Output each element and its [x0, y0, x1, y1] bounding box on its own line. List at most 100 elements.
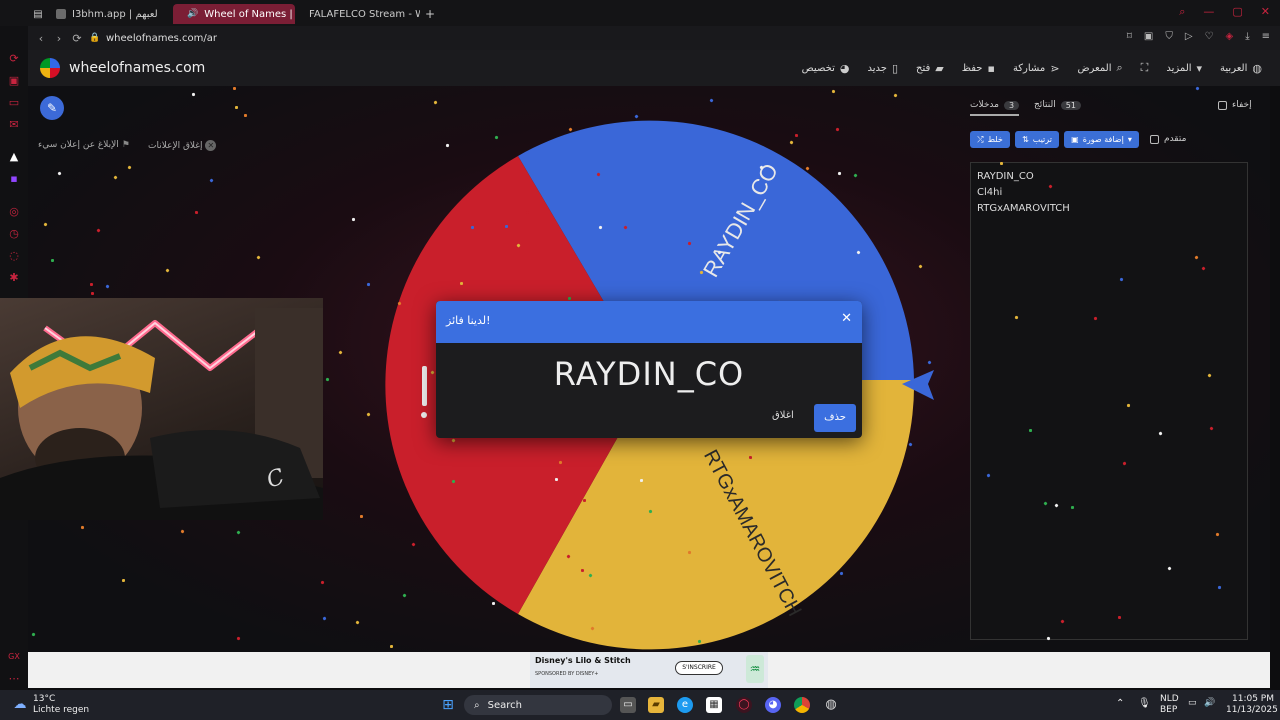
search-tabs-icon[interactable]: ⌕ [1179, 5, 1185, 19]
clock-date[interactable]: 11/13/2025 [1226, 705, 1278, 715]
sort-button[interactable]: ⇅ ترتيب [1015, 131, 1059, 148]
menu-share[interactable]: ⋖ مشاركة [1013, 62, 1060, 75]
menu-gallery[interactable]: ⌕ المعرض [1077, 61, 1122, 75]
file-icon: ▯ [891, 61, 898, 75]
heart-icon[interactable]: ♡ [1205, 31, 1214, 42]
discord-icon[interactable]: ◕ [765, 697, 781, 713]
site-name[interactable]: wheelofnames.com [69, 60, 205, 76]
remove-button[interactable]: حذف [814, 404, 856, 432]
edit-pencil-icon[interactable]: ✎ [40, 96, 64, 120]
tray-chevron-icon[interactable]: ⌃ [1116, 698, 1124, 709]
back-icon[interactable]: ‹ [32, 32, 50, 45]
forward-icon[interactable]: › [50, 32, 68, 45]
new-tab-button[interactable]: + [420, 4, 440, 24]
opera-gx-icon[interactable]: ◯ [736, 697, 752, 713]
sidebar-gx-icon[interactable]: GX [7, 650, 21, 664]
tab-results[interactable]: النتائج 51 [1034, 100, 1081, 110]
download-icon[interactable]: ⤓ [1245, 31, 1249, 42]
speaker-icon[interactable]: 🔊 [187, 9, 198, 19]
sidebar-refresh-icon[interactable]: ⟳ [7, 52, 21, 66]
tab-falafelco[interactable]: FALAFELCO Stream - Wa [295, 4, 420, 24]
search-icon: ⌕ [474, 699, 480, 711]
confetti-piece [580, 568, 585, 573]
close-window-icon[interactable]: ✕ [1261, 5, 1270, 19]
tab-wheelofnames[interactable]: 🔊 Wheel of Names | عجلة [173, 4, 295, 24]
sidebar-more-icon[interactable]: ⋯ [7, 672, 21, 686]
tab-menu-icon[interactable]: ▤ [28, 4, 48, 24]
language-code[interactable]: NLD [1160, 694, 1179, 704]
add-image-button[interactable]: ▣ إضافة صورة ▾ [1064, 131, 1139, 148]
chrome-icon[interactable] [794, 697, 810, 713]
menu-open[interactable]: ▰ فتح [916, 62, 944, 75]
keyboard-layout[interactable]: BEP [1160, 705, 1177, 715]
sidebar-tv-icon[interactable]: ▭ [7, 96, 21, 110]
confetti-piece [113, 175, 118, 180]
entries-textarea[interactable]: RAYDIN_CO Cl4hi RTGxAMAROVITCH [970, 162, 1248, 640]
taskbar-search[interactable]: ⌕ Search [464, 695, 612, 715]
clock-time[interactable]: 11:05 PM [1232, 694, 1274, 704]
flag-icon: ⚑ [121, 140, 130, 150]
obs-icon[interactable]: ◍ [823, 697, 839, 713]
windows-start-icon[interactable]: ⊞ [440, 697, 456, 713]
sidebar-mail-icon[interactable]: ✉ [7, 118, 21, 132]
maximize-icon[interactable]: ▢ [1232, 5, 1242, 19]
menu-customize[interactable]: ◕ تخصيص [802, 62, 850, 75]
confetti-piece [180, 529, 185, 534]
close-button[interactable]: اغلاق [772, 410, 794, 421]
wheel-pointer-icon [902, 370, 934, 400]
menu-more[interactable]: ▾ المزيد [1166, 62, 1202, 75]
network-icon[interactable]: ▭ [1188, 698, 1197, 708]
wallet-icon[interactable]: ◈ [1225, 31, 1233, 42]
confetti-piece [234, 105, 239, 110]
menu-new[interactable]: ▯ جديد [867, 62, 898, 75]
sidebar-target-icon[interactable]: ◎ [7, 205, 21, 219]
store-icon[interactable]: ▦ [706, 697, 722, 713]
task-view-icon[interactable]: ▭ [620, 697, 636, 713]
lock-icon: 🔒 [89, 33, 101, 43]
hide-toggle[interactable]: إخفاء [1218, 100, 1252, 110]
edge-icon[interactable]: e [677, 697, 693, 713]
tab-i3bhm[interactable]: I3bhm.app | لعبهم [48, 4, 173, 24]
wheel-exclaim-dot [421, 412, 427, 418]
reload-icon[interactable]: ⟳ [68, 32, 86, 45]
confetti-piece [927, 360, 932, 365]
sidebar-aria-icon[interactable]: ▲ [7, 150, 21, 164]
confetti-piece [90, 291, 95, 296]
ad-sponsor: SPONSORED BY DISNEY+ [535, 671, 599, 677]
close-ads-link[interactable]: إغلاق الإعلانات ✕ [148, 140, 217, 151]
shield-icon[interactable]: ⛉ [1165, 31, 1173, 42]
menu-fullscreen[interactable]: ⛶ [1141, 61, 1149, 75]
menu-icon[interactable]: ≡ [1262, 31, 1270, 42]
globe-icon: ◍ [1252, 61, 1262, 75]
confetti-piece [802, 292, 807, 297]
play-icon[interactable]: ▷ [1185, 31, 1193, 42]
report-ad-link[interactable]: الإبلاغ عن إعلان سيء ⚑ [38, 140, 130, 150]
bookmark-icon[interactable]: ⌑ [1127, 31, 1132, 42]
confetti-piece [794, 133, 799, 138]
hide-checkbox[interactable] [1218, 100, 1227, 110]
tab-entries[interactable]: مدخلات 3 [970, 100, 1020, 116]
minimize-icon[interactable]: — [1203, 5, 1214, 19]
url-field[interactable]: wheelofnames.com/ar [106, 33, 217, 44]
advanced-toggle[interactable]: متقدم [1150, 134, 1186, 144]
sidebar-chat-icon[interactable]: ◌ [7, 249, 21, 263]
file-explorer-icon[interactable]: ▰ [648, 697, 664, 713]
disney-ad[interactable]: Disney's Lilo & Stitch SPONSORED BY DISN… [530, 652, 768, 688]
advanced-checkbox[interactable] [1150, 134, 1159, 144]
menu-language[interactable]: ◍ العربية [1220, 62, 1262, 75]
ad-cta-button[interactable]: S'INSCRIRE [675, 661, 723, 675]
site-logo-icon[interactable] [40, 58, 60, 78]
confetti-piece [1117, 615, 1122, 620]
confetti-piece [127, 165, 132, 170]
sidebar-clock-icon[interactable]: ◷ [7, 227, 21, 241]
sidebar-settings-icon[interactable]: ✱ [7, 271, 21, 285]
weather-icon[interactable]: ☁ [12, 697, 28, 713]
shuffle-button[interactable]: ⤮ خلط [970, 131, 1010, 148]
sidebar-twitch-icon[interactable]: ▪ [7, 172, 21, 186]
mic-icon[interactable]: 🎙 [1138, 698, 1151, 709]
sidebar-bag-icon[interactable]: ▣ [7, 74, 21, 88]
camera-icon[interactable]: ▣ [1144, 31, 1153, 42]
menu-save[interactable]: ▪ حفظ [962, 62, 995, 75]
volume-icon[interactable]: 🔊 [1204, 698, 1215, 708]
close-icon[interactable]: ✕ [841, 311, 852, 326]
